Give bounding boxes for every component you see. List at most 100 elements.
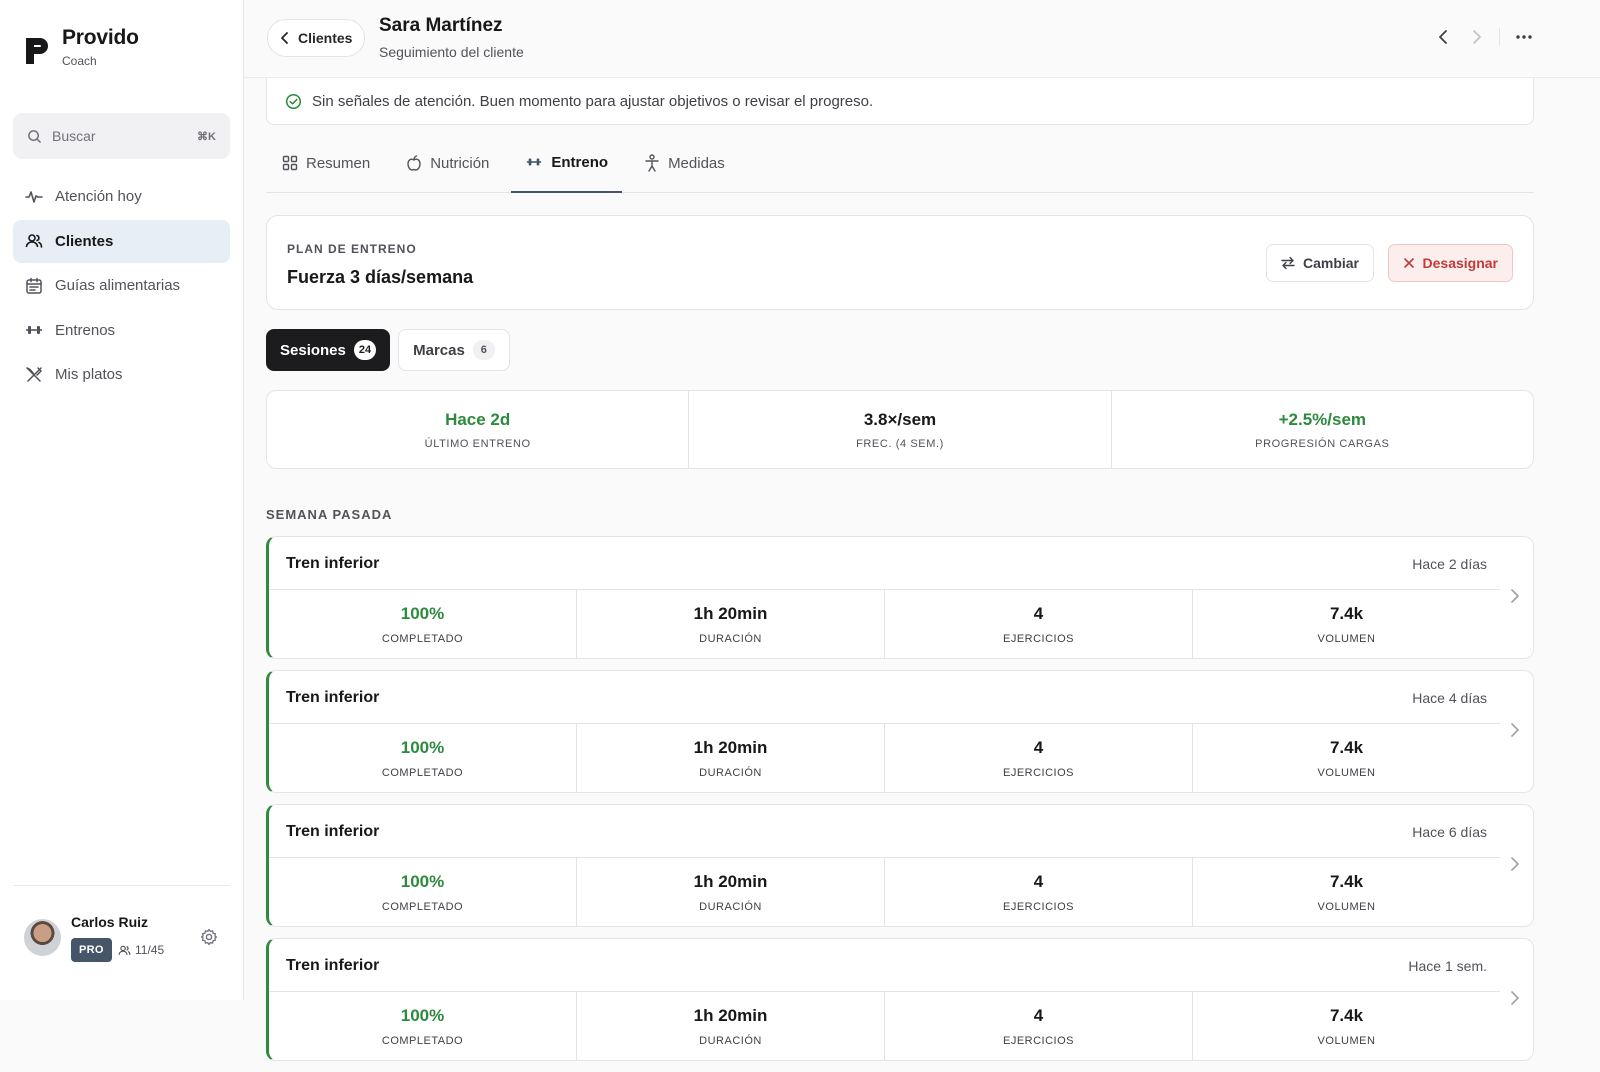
metric-completed: 100% COMPLETADO: [269, 590, 577, 659]
metric-value: 100%: [400, 604, 445, 623]
sidebar-item-label: Entrenos: [55, 321, 116, 339]
chevron-right-icon[interactable]: [1510, 857, 1520, 871]
metric-exercises: 4 EJERCICIOS: [885, 590, 1193, 659]
tab-label: Entreno: [551, 153, 609, 171]
session-card[interactable]: Tren inferior Hace 4 días 100% COMPLETADO…: [266, 670, 1534, 793]
metric-label: VOLUMEN: [1317, 901, 1376, 913]
metric-value: 100%: [400, 738, 445, 757]
page-header: Clientes Sara Martínez Seguimiento del c…: [244, 0, 1600, 78]
session-card[interactable]: Tren inferior Hace 2 días 100% COMPLETADO…: [266, 536, 1534, 659]
metric-label: VOLUMEN: [1317, 1035, 1376, 1047]
next-client-icon[interactable]: [1467, 28, 1485, 46]
metric-label: DURACIÓN: [699, 901, 762, 913]
unassign-plan-button[interactable]: Desasignar: [1387, 244, 1513, 282]
brand[interactable]: Provido Coach: [24, 26, 139, 68]
app-name: Provido: [62, 26, 139, 49]
session-date: Hace 4 días: [1412, 690, 1487, 706]
session-card[interactable]: Tren inferior Hace 6 días 100% COMPLETADO…: [266, 804, 1534, 927]
metric-value: 4: [1033, 1006, 1044, 1025]
metric-label: COMPLETADO: [381, 901, 464, 913]
swap-icon: [1281, 256, 1295, 270]
session-metrics: 100% COMPLETADO 1h 20min DURACIÓN 4 EJERCIC…: [269, 991, 1500, 1061]
search-icon: [28, 129, 41, 143]
search-input[interactable]: Buscar ⌘K: [13, 113, 230, 159]
sidebar-item-clientes[interactable]: Clientes: [13, 219, 230, 263]
sidebar-item-guias-alimentarias[interactable]: Guías alimentarias: [13, 264, 230, 307]
metric-duration: 1h 20min DURACIÓN: [577, 724, 885, 793]
close-icon: [1403, 258, 1414, 268]
tab-entreno[interactable]: Entreno: [511, 145, 623, 193]
tab-nutricion[interactable]: Nutrición: [406, 145, 503, 193]
divider: [1499, 28, 1500, 46]
client-count: 11/45: [118, 943, 164, 957]
metric-label: DURACIÓN: [699, 1035, 762, 1047]
segment-count-badge: 6: [472, 340, 495, 360]
dumbbell-icon: [26, 326, 42, 334]
metric-value: 4: [1033, 872, 1044, 891]
metric-label: EJERCICIOS: [1002, 767, 1074, 779]
sidebar-item-atencion-hoy[interactable]: Atención hoy: [13, 175, 230, 218]
tab-resumen[interactable]: Resumen: [282, 145, 384, 193]
check-circle-icon: [285, 93, 302, 109]
session-title: Tren inferior: [286, 689, 380, 706]
segment-sesiones[interactable]: Sesiones 24: [266, 329, 391, 371]
section-title: SEMANA PASADA: [266, 507, 393, 522]
metric-label: COMPLETADO: [381, 633, 464, 645]
segment-marcas[interactable]: Marcas 6: [398, 329, 510, 371]
chevron-right-icon[interactable]: [1510, 589, 1520, 603]
chevron-right-icon[interactable]: [1510, 991, 1520, 1005]
session-date: Hace 2 días: [1412, 556, 1487, 572]
calendar-icon: [26, 277, 42, 294]
session-title: Tren inferior: [286, 957, 380, 974]
stat-label: ÚLTIMO ENTRENO: [424, 437, 531, 450]
metric-value: 1h 20min: [693, 604, 768, 623]
tab-medidas[interactable]: Medidas: [644, 145, 739, 193]
unassign-plan-label: Desasignar: [1422, 255, 1498, 271]
sidebar-item-label: Mis platos: [55, 366, 123, 383]
metric-volume: 7.4k VOLUMEN: [1193, 992, 1500, 1061]
user-name: Carlos Ruiz: [71, 914, 149, 930]
search-shortcut: ⌘K: [197, 130, 216, 143]
more-options-icon[interactable]: [1514, 28, 1534, 46]
app-subtitle: Coach: [62, 54, 97, 68]
metric-volume: 7.4k VOLUMEN: [1193, 724, 1500, 793]
gear-icon[interactable]: [200, 928, 218, 946]
metric-label: DURACIÓN: [699, 633, 762, 645]
apple-icon: [407, 155, 421, 171]
avatar[interactable]: [24, 919, 61, 956]
sidebar-item-mis-platos[interactable]: Mis platos: [13, 353, 230, 396]
grid-icon: [282, 155, 298, 171]
stat-load-progression: +2.5%/sem PROGRESIÓN CARGAS: [1112, 391, 1533, 468]
metric-label: EJERCICIOS: [1002, 633, 1074, 645]
sidebar-nav: Atención hoy Clientes Guías alimentarias…: [13, 175, 230, 398]
session-metrics: 100% COMPLETADO 1h 20min DURACIÓN 4 EJERCIC…: [269, 589, 1500, 659]
chevron-left-icon: [281, 32, 288, 44]
client-count-value: 11/45: [135, 943, 165, 957]
plan-label: PLAN DE ENTRENO: [287, 242, 417, 256]
sidebar-item-label: Atención hoy: [55, 188, 142, 205]
metric-value: 1h 20min: [693, 1006, 768, 1025]
chevron-right-icon[interactable]: [1510, 723, 1520, 737]
metric-volume: 7.4k VOLUMEN: [1193, 590, 1500, 659]
status-alert: Sin señales de atención. Buen momento pa…: [266, 78, 1534, 125]
body-measure-icon: [645, 154, 659, 172]
stat-label: FREC. (4 SEM.): [856, 437, 944, 450]
segment-count-badge: 24: [353, 340, 377, 360]
utensils-icon: [26, 366, 43, 382]
back-button-label: Clientes: [298, 30, 353, 46]
page-subtitle: Seguimiento del cliente: [379, 44, 524, 60]
sidebar-item-entrenos[interactable]: Entrenos: [13, 309, 230, 352]
search-placeholder: Buscar: [52, 128, 96, 144]
change-plan-button[interactable]: Cambiar: [1265, 244, 1374, 282]
metric-value: 100%: [400, 872, 445, 891]
alert-text: Sin señales de atención. Buen momento pa…: [312, 92, 874, 110]
session-date: Hace 1 sem.: [1408, 958, 1487, 974]
metric-completed: 100% COMPLETADO: [269, 992, 577, 1061]
metric-value: 7.4k: [1329, 738, 1364, 757]
metric-label: EJERCICIOS: [1002, 1035, 1074, 1047]
sidebar-item-label: Guías alimentarias: [55, 277, 181, 294]
metric-duration: 1h 20min DURACIÓN: [577, 858, 885, 927]
metric-label: EJERCICIOS: [1002, 901, 1074, 913]
previous-client-icon[interactable]: [1435, 28, 1453, 46]
back-button[interactable]: Clientes: [267, 19, 366, 57]
